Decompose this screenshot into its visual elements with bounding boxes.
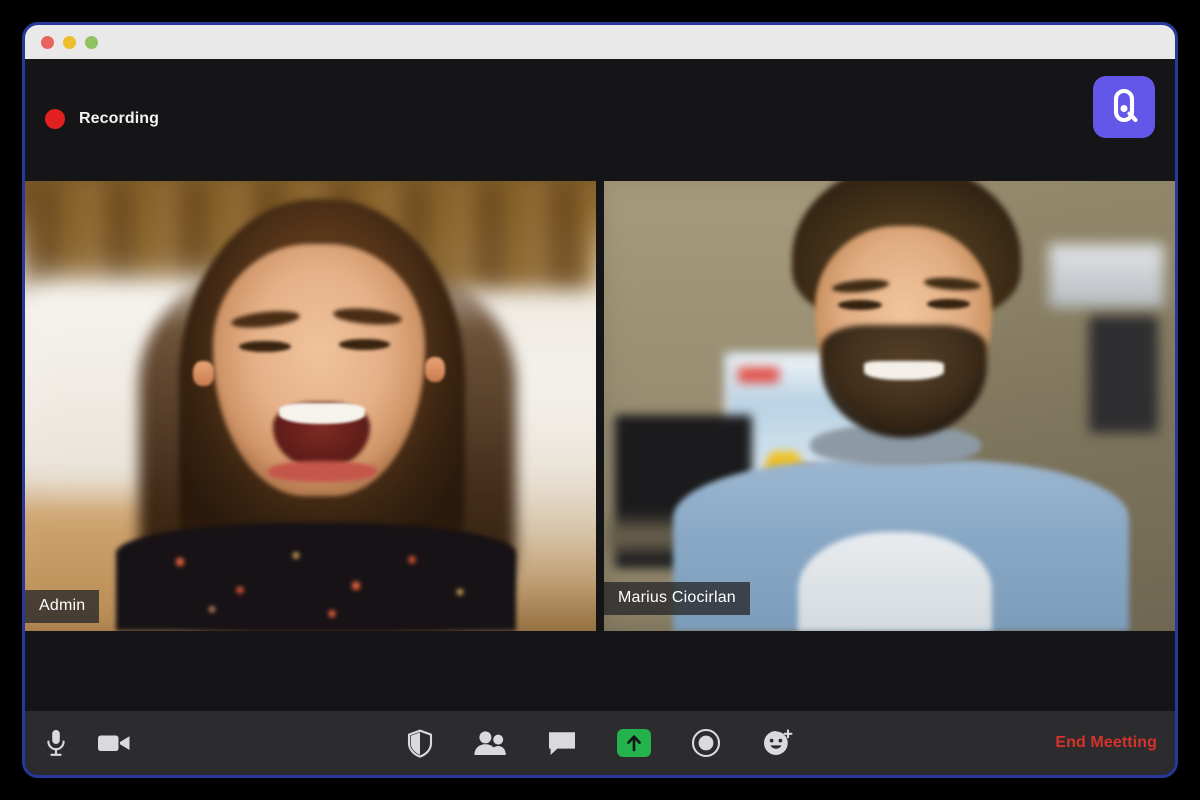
participant-name-badge: Marius Ciocirlan (604, 582, 750, 615)
participant-name-badge: Admin (25, 590, 100, 623)
recording-dot-icon (45, 109, 65, 129)
meeting-toolbar: End Meetting (25, 711, 1175, 775)
maximize-window-button[interactable] (85, 35, 98, 49)
video-camera-button[interactable] (97, 731, 131, 755)
video-feed-admin (25, 181, 596, 631)
end-meeting-button[interactable]: End Meetting (1055, 734, 1157, 752)
meeting-header: Recording (25, 59, 1175, 181)
share-screen-icon (627, 735, 641, 752)
share-screen-button[interactable] (617, 729, 651, 757)
chat-button[interactable] (547, 729, 577, 757)
participants-button[interactable] (473, 730, 507, 756)
title-bar (25, 25, 1175, 59)
microphone-button[interactable] (43, 728, 69, 758)
quickmeet-logo (1093, 76, 1155, 138)
record-button[interactable] (691, 728, 721, 758)
chat-bubble-icon (549, 732, 575, 755)
shield-icon (407, 729, 433, 758)
stage-empty-area (25, 631, 1175, 711)
recording-label: Recording (79, 110, 160, 127)
video-feed-marius (604, 181, 1175, 631)
video-tile-admin[interactable]: Admin (25, 181, 596, 631)
meeting-window: Recording Admin Marius Ciocirlan End Mee… (22, 22, 1178, 778)
video-grid: Admin Marius Ciocirlan (25, 181, 1175, 631)
toolbar-right-group: End Meetting (1055, 734, 1157, 752)
record-icon (691, 728, 721, 758)
security-button[interactable] (407, 729, 433, 758)
reactions-button[interactable] (761, 728, 793, 758)
video-camera-icon (98, 735, 130, 751)
reactions-icon (764, 729, 793, 755)
microphone-icon (47, 730, 65, 756)
toolbar-left-group (43, 728, 131, 758)
participants-icon (474, 731, 506, 755)
close-window-button[interactable] (41, 35, 54, 49)
minimize-window-button[interactable] (63, 35, 76, 49)
recording-indicator: Recording (45, 109, 159, 129)
video-tile-marius[interactable]: Marius Ciocirlan (604, 181, 1175, 631)
toolbar-center-group (407, 728, 793, 758)
